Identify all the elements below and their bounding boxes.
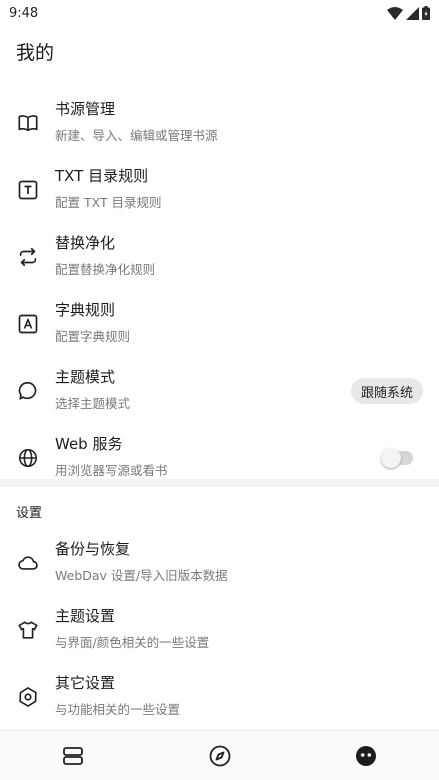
menu-item-other-settings[interactable]: 其它设置 与功能相关的一些设置: [0, 664, 439, 730]
menu-title: 主题设置: [55, 607, 116, 625]
menu-item-replace-purify[interactable]: 替换净化 配置替换净化规则: [0, 224, 439, 290]
menu-subtitle: 配置 TXT 目录规则: [55, 195, 162, 210]
settings-hexagon-icon: [16, 685, 40, 709]
swap-icon: [16, 245, 40, 269]
menu-title: Web 服务: [55, 435, 123, 453]
bookshelf-icon: [63, 747, 83, 765]
menu-title: 其它设置: [55, 674, 116, 692]
menu-title: 备份与恢复: [55, 540, 131, 558]
menu-item-book-source[interactable]: 书源管理 新建、导入、编辑或管理书源: [0, 90, 439, 156]
menu-item-theme-settings[interactable]: 主题设置 与界面/颜色相关的一些设置: [0, 597, 439, 663]
my-face-icon: [356, 746, 376, 766]
toggle-knob: [381, 448, 401, 468]
menu-title: 书源管理: [55, 100, 116, 118]
menu-subtitle: 选择主题模式: [55, 396, 131, 411]
menu-subtitle: 用浏览器写源或看书: [55, 463, 168, 478]
menu-subtitle: 与界面/颜色相关的一些设置: [55, 635, 210, 650]
wifi-icon: [387, 6, 403, 20]
menu-title: TXT 目录规则: [55, 167, 149, 185]
web-service-toggle[interactable]: [381, 448, 413, 468]
menu-item-txt-toc-rule[interactable]: TXT 目录规则 配置 TXT 目录规则: [0, 157, 439, 223]
compass-icon: [209, 745, 231, 767]
menu-title: 替换净化: [55, 234, 116, 252]
book-icon: [16, 111, 40, 135]
status-time: 9:48: [9, 5, 39, 21]
bottom-navigation: [0, 730, 439, 780]
menu-item-backup-restore[interactable]: 备份与恢复 WebDav 设置/导入旧版本数据: [0, 530, 439, 596]
nav-bookshelf[interactable]: [60, 743, 86, 769]
a-box-icon: [16, 312, 40, 336]
menu-item-dictionary-rule[interactable]: 字典规则 配置字典规则: [0, 291, 439, 357]
globe-icon: [16, 446, 40, 470]
settings-section-header: 设置: [16, 506, 43, 521]
menu-subtitle: 配置替换净化规则: [55, 262, 156, 277]
menu-subtitle: 新建、导入、编辑或管理书源: [55, 128, 218, 143]
menu-subtitle: 配置字典规则: [55, 329, 131, 344]
menu-title: 主题模式: [55, 368, 116, 386]
menu-title: 字典规则: [55, 301, 116, 319]
page-title: 我的: [16, 42, 55, 64]
shirt-icon: [16, 618, 40, 642]
battery-icon: [422, 6, 430, 20]
menu-subtitle: 与功能相关的一些设置: [55, 702, 181, 717]
nav-my[interactable]: [353, 743, 379, 769]
menu-subtitle: WebDav 设置/导入旧版本数据: [55, 568, 228, 583]
status-icons: [387, 6, 430, 20]
status-bar: 9:48: [0, 0, 439, 26]
t-box-icon: [16, 178, 40, 202]
speech-bubble-icon: [16, 379, 40, 403]
cloud-icon: [16, 551, 40, 575]
signal-icon: [406, 6, 419, 20]
theme-mode-chip[interactable]: 跟随系统: [350, 378, 423, 404]
menu-item-theme-mode[interactable]: 主题模式 选择主题模式 跟随系统: [0, 358, 439, 424]
nav-discover[interactable]: [207, 743, 233, 769]
section-divider: [0, 479, 439, 487]
